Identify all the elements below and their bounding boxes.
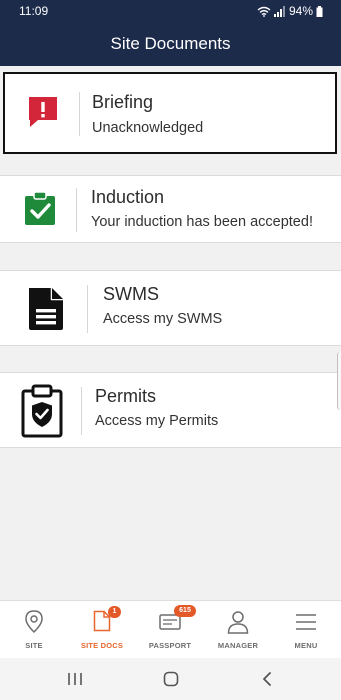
card-subtitle: Unacknowledged	[92, 120, 204, 136]
card-divider	[87, 285, 88, 333]
card-swms[interactable]: SWMS Access my SWMS	[0, 270, 341, 346]
card-subtitle: Your induction has been accepted!	[91, 214, 313, 230]
recent-apps-button[interactable]	[64, 668, 86, 690]
home-icon	[163, 671, 179, 687]
system-nav-bar	[0, 658, 341, 700]
tab-label: SITE	[25, 641, 43, 650]
home-button[interactable]	[160, 668, 182, 690]
battery-icon	[316, 5, 323, 17]
back-button[interactable]	[256, 668, 278, 690]
tab-passport[interactable]: 615 PASSPORT	[136, 601, 204, 659]
card-subtitle: Access my SWMS	[103, 311, 223, 327]
tab-site[interactable]: SITE	[0, 601, 68, 659]
tab-label: SITE DOCS	[80, 641, 124, 650]
notification-badge: 615	[174, 605, 196, 617]
clipboard-shield-icon	[18, 383, 66, 439]
card-divider	[81, 387, 82, 435]
notification-badge: 1	[108, 606, 121, 618]
bottom-tab-bar: SITE 1 SITE DOCS 615 PASSPORT MANAGER ME…	[0, 600, 341, 658]
person-icon	[227, 611, 249, 634]
card-divider	[76, 188, 77, 232]
card-briefing[interactable]: Briefing Unacknowledged	[3, 72, 337, 154]
card-title: Induction	[91, 187, 165, 207]
signal-icon	[273, 5, 285, 17]
status-bar: 11:09 94%	[0, 0, 341, 22]
tab-label: PASSPORT	[148, 641, 192, 650]
card-title: Briefing	[92, 92, 154, 112]
recent-apps-icon	[68, 673, 82, 685]
card-divider	[79, 92, 80, 136]
tab-site-docs[interactable]: 1 SITE DOCS	[68, 601, 136, 659]
battery-percent: 94%	[288, 4, 313, 18]
tab-menu[interactable]: MENU	[272, 601, 340, 659]
clipboard-check-icon	[22, 190, 58, 228]
card-subtitle: Access my Permits	[95, 413, 219, 429]
page-title: Site Documents	[110, 34, 231, 53]
scroll-edge-handle[interactable]	[337, 352, 341, 410]
card-permits[interactable]: Permits Access my Permits	[0, 372, 341, 448]
tab-label: MANAGER	[217, 641, 259, 650]
alert-speech-icon	[23, 92, 63, 132]
tab-label: MENU	[294, 641, 318, 650]
status-icons: 94%	[257, 4, 323, 18]
app-header: Site Documents	[0, 22, 341, 66]
tab-manager[interactable]: MANAGER	[204, 601, 272, 659]
hamburger-icon	[296, 614, 316, 630]
back-icon	[263, 672, 271, 686]
location-pin-icon	[25, 610, 43, 634]
document-icon	[26, 285, 66, 333]
card-induction[interactable]: Induction Your induction has been accept…	[0, 175, 341, 243]
status-time: 11:09	[19, 4, 49, 18]
card-title: Permits	[95, 386, 157, 406]
card-title: SWMS	[103, 284, 159, 304]
wifi-icon	[257, 6, 271, 17]
